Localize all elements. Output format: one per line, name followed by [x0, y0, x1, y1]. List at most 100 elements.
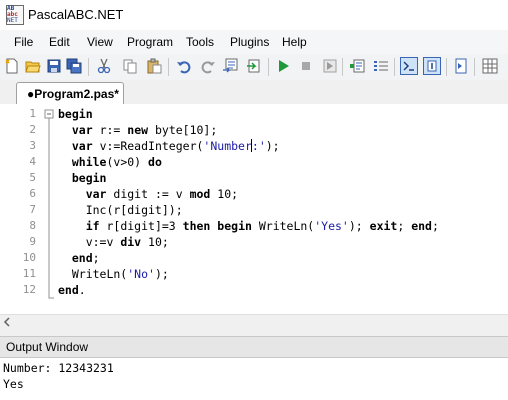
code-string: 'No'	[127, 267, 155, 281]
code-editor[interactable]: 1 2 3 4 5 6 7 8 9 10 11 12 begin var r:=…	[0, 104, 508, 314]
toolbar-separator	[394, 58, 395, 76]
line-number: 11	[22, 267, 36, 280]
line-number: 10	[22, 251, 36, 264]
code-token: byte[10];	[148, 123, 218, 137]
code-keyword: end	[411, 219, 432, 233]
code-token: );	[348, 219, 370, 233]
output-line: Yes	[3, 377, 24, 391]
toolbar-separator	[268, 58, 269, 76]
code-token: Inc(r[digit]);	[58, 203, 183, 217]
step-icon[interactable]	[322, 58, 338, 74]
code-line[interactable]: var v:=ReadInteger('Number:');	[58, 138, 280, 154]
menu-program[interactable]: Program	[127, 35, 173, 49]
output-window-body[interactable]: Number: 12343231 Yes	[0, 358, 508, 400]
tab-label: ●Program2.pas*	[27, 87, 119, 101]
import-icon[interactable]	[246, 58, 262, 74]
cut-icon[interactable]	[96, 58, 112, 74]
output-window-toggle-icon[interactable]	[400, 57, 418, 75]
code-token: 10;	[141, 235, 169, 249]
horizontal-scrollbar[interactable]	[0, 314, 508, 331]
scroll-left-arrow-icon[interactable]	[3, 317, 11, 327]
code-line[interactable]: begin	[58, 106, 93, 122]
code-keyword: new	[127, 123, 149, 137]
save-icon[interactable]	[46, 58, 62, 74]
line-number: 3	[29, 139, 36, 152]
code-keyword: begin	[217, 219, 252, 233]
code-keyword: end	[71, 251, 93, 265]
input-mode-toggle-icon[interactable]	[423, 57, 441, 75]
comment-icon[interactable]	[349, 58, 365, 74]
code-line[interactable]: begin	[58, 170, 107, 186]
list-view-icon[interactable]	[373, 58, 389, 74]
code-token: );	[265, 139, 280, 153]
line-number: 2	[29, 123, 36, 136]
fold-line	[48, 118, 54, 299]
code-line[interactable]: end;	[58, 250, 100, 266]
code-string: 'Number	[203, 139, 252, 153]
save-all-icon[interactable]	[66, 58, 82, 74]
code-keyword: mod	[189, 187, 211, 201]
code-line[interactable]: end.	[58, 282, 86, 298]
menu-file[interactable]: File	[14, 35, 33, 49]
menu-edit[interactable]: Edit	[49, 35, 70, 49]
paste-icon[interactable]	[146, 58, 162, 74]
open-folder-icon[interactable]	[25, 58, 41, 74]
code-line[interactable]: Inc(r[digit]);	[58, 202, 183, 218]
code-text-area[interactable]: begin var r:= new byte[10]; var v:=ReadI…	[58, 104, 508, 314]
code-line[interactable]: v:=v div 10;	[58, 234, 169, 250]
line-number-gutter: 1 2 3 4 5 6 7 8 9 10 11 12	[0, 104, 38, 314]
code-keyword: var	[85, 187, 107, 201]
pascalabc-app-icon: AB abc NET	[6, 5, 24, 25]
code-keyword: then	[182, 219, 211, 233]
toolbar-separator	[342, 58, 343, 76]
output-window-title: Output Window	[6, 340, 89, 354]
copy-icon[interactable]	[122, 58, 138, 74]
code-line[interactable]: var r:= new byte[10];	[58, 122, 217, 138]
line-number: 8	[29, 219, 36, 232]
code-token: .	[78, 283, 86, 297]
tab-program2-pas[interactable]: ●Program2.pas*	[16, 82, 124, 105]
code-keyword: var	[71, 123, 93, 137]
code-token: v:=ReadInteger(	[92, 139, 204, 153]
new-file-icon[interactable]	[4, 58, 20, 74]
code-line[interactable]: while(v>0) do	[58, 154, 162, 170]
toolbar-separator	[168, 58, 169, 76]
editor-tab-strip: ●Program2.pas*	[0, 80, 508, 105]
stop-icon[interactable]	[298, 58, 314, 74]
code-token: (v>0)	[106, 155, 149, 169]
code-token: ;	[431, 219, 439, 233]
grid-icon[interactable]	[482, 58, 498, 74]
code-folding-markers	[44, 109, 54, 299]
menu-help[interactable]: Help	[282, 35, 307, 49]
undo-icon[interactable]	[176, 58, 192, 74]
code-keyword: if	[85, 219, 100, 233]
code-line[interactable]: WriteLn('No');	[58, 266, 169, 282]
format-code-icon[interactable]	[222, 58, 238, 74]
code-keyword: while	[71, 155, 107, 169]
code-token: digit := v	[106, 187, 190, 201]
code-token: WriteLn(	[251, 219, 315, 233]
run-icon[interactable]	[275, 58, 291, 74]
toolbar-separator	[474, 58, 475, 76]
code-line[interactable]: var digit := v mod 10;	[58, 186, 238, 202]
code-keyword: var	[71, 139, 93, 153]
app-icon-text-3: NET	[7, 17, 18, 24]
title-bar: AB abc NET PascalABC.NET	[0, 0, 508, 30]
toolbar-separator	[88, 58, 89, 76]
redo-icon[interactable]	[200, 58, 216, 74]
line-number: 5	[29, 171, 36, 184]
menu-tools[interactable]: Tools	[186, 35, 214, 49]
toolbar	[0, 54, 508, 81]
line-number: 6	[29, 187, 36, 200]
toolbar-separator	[446, 58, 447, 76]
code-line[interactable]: if r[digit]=3 then begin WriteLn('Yes');…	[58, 218, 439, 234]
code-keyword: exit	[369, 219, 398, 233]
menu-view[interactable]: View	[87, 35, 113, 49]
menu-plugins[interactable]: Plugins	[230, 35, 269, 49]
document-icon[interactable]	[453, 58, 469, 74]
